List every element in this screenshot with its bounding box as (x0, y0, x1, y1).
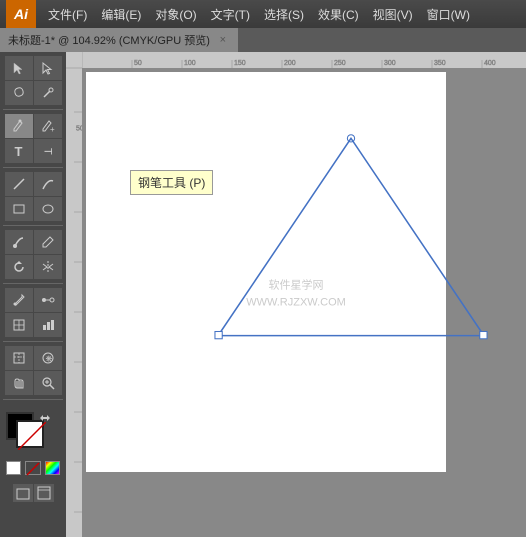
title-bar: Ai 文件(F) 编辑(E) 对象(O) 文字(T) 选择(S) 效果(C) 视… (0, 0, 526, 28)
svg-text:50: 50 (76, 126, 82, 133)
tool-row-line (2, 172, 64, 196)
triangle-shape (218, 138, 484, 335)
document-canvas[interactable] (86, 72, 446, 472)
separator-6 (3, 399, 63, 400)
color-mode-button[interactable] (45, 461, 60, 475)
active-tab[interactable]: 未标题-1* @ 104.92% (CMYK/GPU 预览) × (0, 28, 238, 52)
tool-row-bottom (2, 484, 64, 502)
slice-tool[interactable] (5, 346, 33, 370)
tooltip-text: 钢笔工具 (P) (138, 176, 205, 190)
zoom-tool[interactable] (34, 371, 62, 395)
ai-logo: Ai (6, 0, 36, 28)
tool-row-slice: ❋ (2, 346, 64, 370)
menu-object[interactable]: 对象(O) (149, 4, 202, 25)
tool-row-type: T T (2, 139, 64, 163)
svg-text:200: 200 (284, 60, 296, 67)
ellipse-tool[interactable] (34, 197, 62, 221)
ruler-horizontal: 50 100 150 200 250 300 350 400 (66, 52, 526, 68)
menu-window[interactable]: 窗口(W) (421, 4, 476, 25)
tool-row-blend (2, 288, 64, 312)
tool-row-pen: + (2, 114, 64, 138)
pen-tool-tooltip: 钢笔工具 (P) (130, 170, 213, 195)
tool-row-1 (2, 56, 64, 80)
canvas-area[interactable]: 50 100 150 200 250 300 350 400 50 (66, 52, 526, 537)
tool-row-hand (2, 371, 64, 395)
menu-bar: 文件(F) 编辑(E) 对象(O) 文字(T) 选择(S) 效果(C) 视图(V… (42, 4, 520, 25)
reflect-tool[interactable] (34, 255, 62, 279)
tool-row-rect (2, 197, 64, 221)
rect-tool[interactable] (5, 197, 33, 221)
chart-tool[interactable] (34, 313, 62, 337)
color-boxes (6, 412, 62, 456)
separator-4 (3, 283, 63, 284)
tab-bar: 未标题-1* @ 104.92% (CMYK/GPU 预览) × (0, 28, 526, 52)
anchor-bottom-right (480, 332, 487, 339)
menu-file[interactable]: 文件(F) (42, 4, 93, 25)
separator-5 (3, 341, 63, 342)
tool-row-brush (2, 230, 64, 254)
anchor-bottom-left (215, 332, 222, 339)
menu-type[interactable]: 文字(T) (205, 4, 256, 25)
triangle-container (216, 132, 486, 345)
menu-view[interactable]: 视图(V) (367, 4, 419, 25)
menu-edit[interactable]: 编辑(E) (95, 4, 147, 25)
direct-select-tool[interactable] (34, 56, 62, 80)
mesh-tool[interactable] (5, 313, 33, 337)
separator-2 (3, 167, 63, 168)
separator-1 (3, 109, 63, 110)
svg-text:50: 50 (134, 60, 142, 67)
pen-tool[interactable] (5, 114, 33, 138)
svg-text:❋: ❋ (45, 355, 52, 364)
svg-text:300: 300 (384, 60, 396, 67)
menu-effect[interactable]: 效果(C) (312, 4, 365, 25)
arc-tool[interactable] (34, 172, 62, 196)
magic-wand-tool[interactable] (34, 81, 62, 105)
ruler-vertical: 50 (66, 52, 82, 537)
screen-mode-button[interactable] (13, 484, 33, 502)
tab-title: 未标题-1* @ 104.92% (CMYK/GPU 预览) (8, 32, 210, 48)
screen-mode-2-button[interactable] (34, 484, 54, 502)
add-anchor-tool[interactable]: + (34, 114, 62, 138)
line-tool[interactable] (5, 172, 33, 196)
svg-text:+: + (50, 125, 55, 133)
svg-text:100: 100 (184, 60, 196, 67)
type-tool[interactable]: T (5, 139, 33, 163)
svg-text:400: 400 (484, 60, 496, 67)
color-area (2, 408, 64, 479)
svg-text:350: 350 (434, 60, 446, 67)
separator-3 (3, 225, 63, 226)
color-mini-buttons (6, 461, 60, 475)
rotate-tool[interactable] (5, 255, 33, 279)
symbol-tool[interactable]: ❋ (34, 346, 62, 370)
select-tool[interactable] (5, 56, 33, 80)
toolbar: + T T (0, 52, 66, 537)
vertical-type-tool[interactable]: T (34, 139, 62, 163)
menu-select[interactable]: 选择(S) (258, 4, 310, 25)
main-area: + T T (0, 52, 526, 537)
svg-text:150: 150 (234, 60, 246, 67)
svg-text:250: 250 (334, 60, 346, 67)
triangle-svg (216, 132, 486, 342)
brush-tool[interactable] (5, 230, 33, 254)
none-color-button[interactable] (25, 461, 41, 475)
tool-row-mesh (2, 313, 64, 337)
blend-tool[interactable] (34, 288, 62, 312)
pencil-tool[interactable] (34, 230, 62, 254)
tab-close-button[interactable]: × (216, 33, 230, 47)
tool-row-rotate (2, 255, 64, 279)
tool-row-2 (2, 81, 64, 105)
lasso-tool[interactable] (5, 81, 33, 105)
default-colors-button[interactable] (6, 461, 21, 475)
hand-tool[interactable] (5, 371, 33, 395)
eyedropper-tool[interactable] (5, 288, 33, 312)
